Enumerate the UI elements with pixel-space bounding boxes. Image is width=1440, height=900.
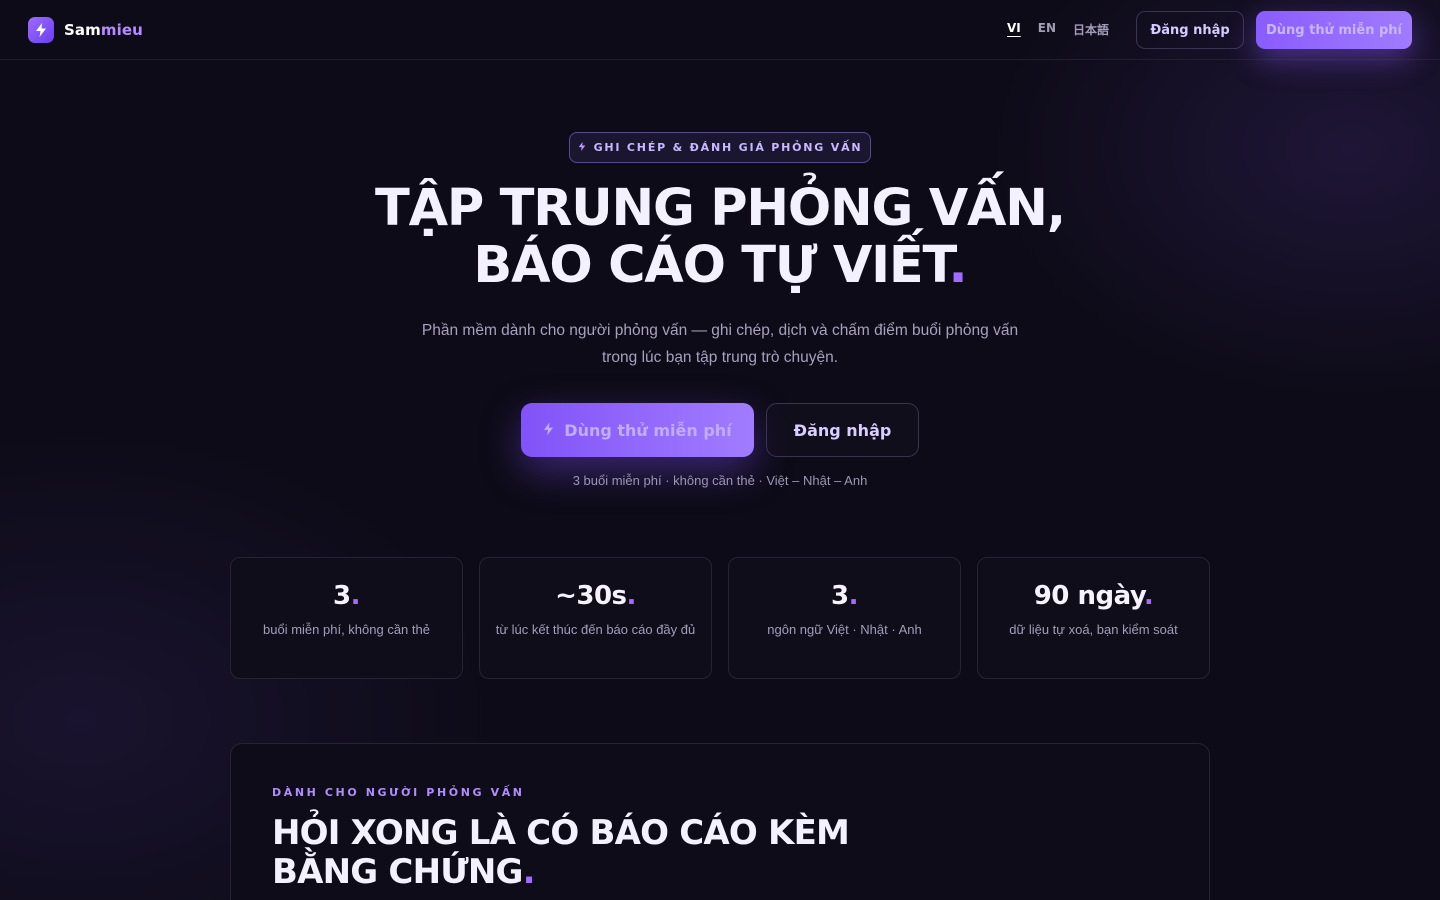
stat-label: buổi miễn phí, không cần thẻ [263, 622, 430, 637]
hero-tag-text: GHI CHÉP & ĐÁNH GIÁ PHỎNG VẤN [593, 141, 863, 154]
stat-dot: . [848, 581, 859, 611]
brand-name-part2: mieu [100, 21, 143, 39]
section-title: HỎI XONG LÀ CÓ BÁO CÁO KÈM BẰNG CHỨNG. [272, 814, 872, 892]
hero-free-trial-button[interactable]: Dùng thử miễn phí [521, 403, 754, 457]
section-title-line1: HỎI XONG LÀ CÓ BÁO CÁO KÈM [272, 813, 850, 853]
bolt-icon [543, 421, 554, 440]
free-trial-button[interactable]: Dùng thử miễn phí [1256, 11, 1412, 49]
brand-logo[interactable]: Sammieu [28, 17, 143, 43]
stat-card-languages: 3. ngôn ngữ Việt · Nhật · Anh [728, 557, 961, 679]
lang-ja[interactable]: 日本語 [1073, 21, 1109, 38]
section-title-line2: BẰNG CHỨNG [272, 852, 523, 892]
stat-number: 3 [333, 581, 351, 611]
stat-value: 3. [729, 581, 960, 611]
bolt-icon [28, 17, 54, 43]
section-eyebrow: DÀNH CHO NGƯỜI PHỎNG VẤN [272, 786, 525, 799]
stat-label: từ lúc kết thúc đến báo cáo đầy đủ [495, 622, 696, 637]
stat-dot: . [626, 581, 637, 611]
stat-card-free-sessions: 3. buổi miễn phí, không cần thẻ [230, 557, 463, 679]
hero-title-line2: BÁO CÁO TỰ VIẾT [473, 236, 949, 295]
brand-name-part1: Sam [64, 21, 101, 39]
stat-dot: . [1143, 581, 1154, 611]
stat-label: dữ liệu tự xoá, bạn kiểm soát [1009, 622, 1178, 637]
top-navbar: Sammieu VI EN 日本語 Đăng nhập Dùng thử miễ… [0, 0, 1440, 60]
hero-subtitle: Phần mềm dành cho người phỏng vấn — ghi … [421, 322, 1019, 366]
lang-vi[interactable]: VI [1007, 21, 1021, 38]
login-button[interactable]: Đăng nhập [1136, 11, 1244, 49]
stat-value: 3. [231, 581, 462, 611]
stat-number: 3 [831, 581, 849, 611]
interviewer-section-card: DÀNH CHO NGƯỜI PHỎNG VẤN HỎI XONG LÀ CÓ … [230, 743, 1210, 900]
stat-number: ~30s [555, 581, 627, 611]
hero-title: TẬP TRUNG PHỎNG VẤN, BÁO CÁO TỰ VIẾT. [300, 180, 1140, 294]
hero-note: 3 buổi miễn phí · không cần thẻ · Việt –… [572, 473, 868, 488]
stat-label: ngôn ngữ Việt · Nhật · Anh [767, 622, 922, 637]
hero-login-button[interactable]: Đăng nhập [766, 403, 919, 457]
stat-dot: . [350, 581, 361, 611]
section-title-dot: . [522, 852, 536, 892]
stat-value: ~30s. [480, 581, 711, 611]
stat-card-report-time: ~30s. từ lúc kết thúc đến báo cáo đầy đủ [479, 557, 712, 679]
language-switcher: VI EN 日本語 [1007, 21, 1109, 38]
stat-card-data-retention: 90 ngày. dữ liệu tự xoá, bạn kiểm soát [977, 557, 1210, 679]
hero-free-trial-label: Dùng thử miễn phí [564, 420, 732, 440]
hero-title-dot: . [948, 236, 967, 295]
stat-value: 90 ngày. [978, 581, 1209, 611]
lang-en[interactable]: EN [1038, 21, 1056, 38]
brand-name: Sammieu [64, 21, 143, 39]
hero-tag-pill: GHI CHÉP & ĐÁNH GIÁ PHỎNG VẤN [569, 132, 871, 163]
stat-number: 90 ngày [1033, 581, 1145, 611]
hero-title-line1: TẬP TRUNG PHỎNG VẤN, [375, 179, 1066, 238]
bolt-icon [578, 141, 586, 155]
